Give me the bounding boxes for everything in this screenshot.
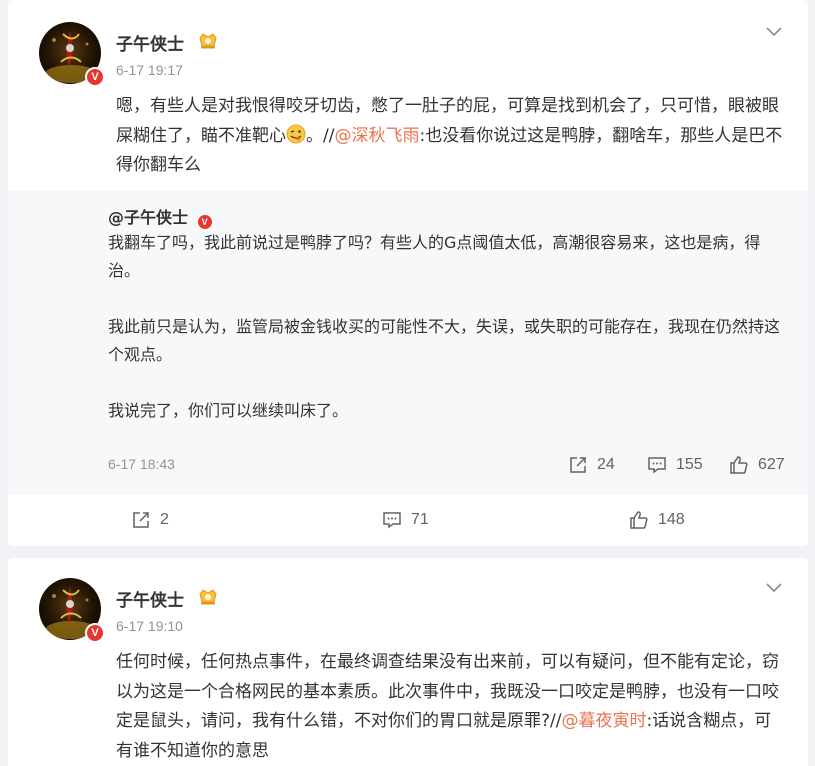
repost-count: 2 — [160, 511, 169, 528]
like-button[interactable]: 148 — [629, 510, 685, 530]
post-timestamp[interactable]: 6-17 19:10 — [116, 618, 183, 634]
comment-button[interactable]: 71 — [382, 510, 429, 530]
verified-badge-icon: V — [85, 67, 105, 87]
verified-badge-icon: V — [196, 214, 213, 230]
repost-block[interactable]: @子午侠士 V 我翻车了吗，我此前说过是鸭脖了吗？有些人的G点阈值太低，高潮很容… — [8, 191, 808, 495]
comment-icon — [383, 512, 401, 529]
repost-paragraph: 我翻车了吗，我此前说过是鸭脖了吗？有些人的G点阈值太低，高潮很容易来，这也是病，… — [108, 233, 761, 280]
repost-count: 24 — [597, 456, 615, 473]
repost-like-button[interactable]: 627 — [729, 455, 785, 475]
repost-comment-button[interactable]: 155 — [647, 455, 703, 475]
repost-paragraph: 我此前只是认为，监管局被金钱收买的可能性不大，失误，或失职的可能存在，我现在仍然… — [108, 317, 781, 364]
repost-username-label[interactable]: @子午侠士 — [108, 208, 188, 227]
chevron-down-icon[interactable] — [766, 578, 782, 593]
like-count: 148 — [658, 511, 685, 528]
repost-text: 我翻车了吗，我此前说过是鸭脖了吗？有些人的G点阈值太低，高潮很容易来，这也是病，… — [108, 229, 788, 453]
share-button[interactable]: 2 — [131, 510, 169, 530]
level-badge-icon — [197, 588, 219, 606]
post-text: 任何时候，任何热点事件，在最终调查结果没有出来前，可以有疑问，但不能有定论，窃以… — [116, 648, 788, 766]
post-timestamp[interactable]: 6-17 19:17 — [116, 62, 183, 78]
like-icon — [730, 456, 748, 474]
repost-timestamp[interactable]: 6-17 18:43 — [108, 456, 175, 472]
chevron-down-icon[interactable] — [766, 22, 782, 37]
post-text-sep: 。// — [306, 125, 335, 146]
mention-link[interactable]: @深秋飞雨 — [334, 126, 419, 146]
comment-count: 71 — [411, 511, 429, 528]
username[interactable]: 子午侠士 — [116, 586, 184, 611]
repost-icon — [570, 457, 586, 473]
feed-card: V 子午侠士 6-17 19:17 嗯，有些人是对我恨得咬牙切齿，憋了一肚子的屁… — [8, 0, 808, 546]
username[interactable]: 子午侠士 — [116, 30, 184, 55]
mention-link[interactable]: @暮夜寅时 — [561, 711, 646, 731]
wink-tongue-emoji-icon — [286, 124, 306, 144]
repost-username[interactable]: @子午侠士 V — [108, 204, 213, 230]
repost-paragraph: 我说完了，你们可以继续叫床了。 — [108, 401, 349, 420]
repost-share-button[interactable]: 24 — [568, 455, 615, 475]
repost-icon — [133, 512, 149, 528]
level-badge-icon — [197, 32, 219, 50]
comment-count: 155 — [676, 456, 703, 473]
like-icon — [630, 511, 648, 529]
verified-badge-icon: V — [85, 623, 105, 643]
comment-icon — [648, 457, 666, 474]
post-text: 嗯，有些人是对我恨得咬牙切齿，憋了一肚子的屁，可算是找到机会了，只可惜，眼被眼屎… — [116, 92, 788, 181]
feed-card: V 子午侠士 6-17 19:10 任何时候，任何热点事件，在最终调查结果没有出… — [8, 558, 808, 766]
like-count: 627 — [758, 456, 785, 473]
